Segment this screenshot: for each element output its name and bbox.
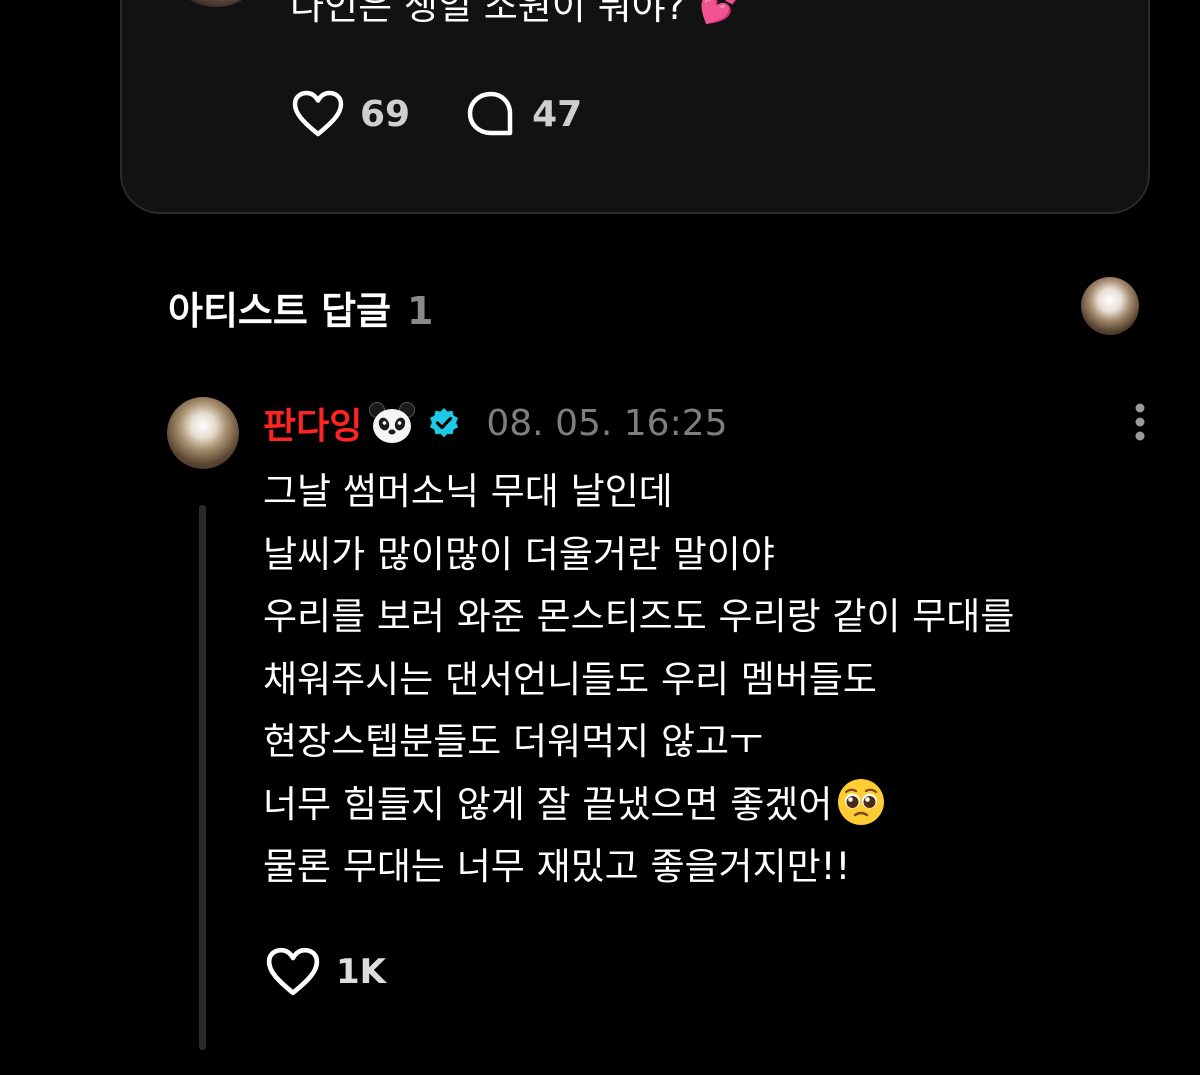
reply-timestamp: 08. 05. 16:25	[486, 402, 728, 444]
reply-like-count: 1K	[336, 952, 387, 992]
post-comment-count: 47	[532, 93, 583, 135]
verified-badge-icon	[430, 408, 459, 438]
reply-line: 물론 무대는 너무 재밌고 좋을거지만!!	[263, 845, 851, 888]
heart-icon	[266, 947, 320, 996]
post-comment-button[interactable]: 47	[466, 90, 582, 138]
artist-replies-header: 아티스트 답글 1	[168, 280, 434, 333]
reply-line: 그날 썸머소닉 무대 날인데	[263, 470, 673, 513]
two-hearts-icon: 💕	[699, 0, 742, 26]
comment-bubble-icon	[467, 91, 513, 136]
thread-line	[199, 505, 206, 1050]
reply-author-name[interactable]: 판다잉	[263, 397, 362, 449]
post-like-button[interactable]: 69	[292, 90, 410, 138]
reply-author-avatar[interactable]	[167, 397, 239, 469]
post-text-content: 다인은 생일 소원이 뭐야?	[290, 0, 686, 28]
post-actions: 69 47	[292, 89, 638, 139]
panda-face-icon	[369, 402, 416, 443]
heart-icon	[292, 90, 344, 137]
pleading-face-icon	[838, 778, 885, 825]
reply-line: 현장스텝분들도 더워먹지 않고ㅜ	[263, 720, 764, 763]
post-text: 다인은 생일 소원이 뭐야? 💕	[290, 0, 742, 33]
reply-like-button[interactable]: 1K	[266, 945, 386, 999]
reply-line: 채워주시는 댄서언니들도 우리 멤버들도	[263, 657, 877, 701]
reply-line-text: 너무 힘들지 않게 잘 끝냈으면 좋겠어	[263, 782, 833, 826]
reply-meta: 판다잉 08. 05. 16:25	[263, 397, 728, 449]
reply-line: 날씨가 많이많이 더울거란 말이야	[263, 532, 775, 576]
post-author-avatar[interactable]	[170, 0, 262, 7]
section-count: 1	[407, 289, 434, 333]
reply-body: 그날 썸머소닉 무대 날인데 날씨가 많이많이 더울거란 말이야 우리를 보러 …	[263, 461, 1163, 899]
artist-avatar-filter[interactable]	[1081, 277, 1139, 335]
reply-line: 너무 힘들지 않게 잘 끝냈으면 좋겠어	[263, 774, 1163, 837]
post-like-count: 69	[360, 93, 411, 135]
reply-line: 우리를 보러 와준 몬스티즈도 우리랑 같이 무대를	[263, 595, 1015, 638]
more-options-icon[interactable]	[1128, 400, 1152, 444]
section-title: 아티스트 답글	[168, 289, 391, 333]
post-card[interactable]: 다인은 생일 소원이 뭐야? 💕 69 47	[120, 0, 1150, 214]
